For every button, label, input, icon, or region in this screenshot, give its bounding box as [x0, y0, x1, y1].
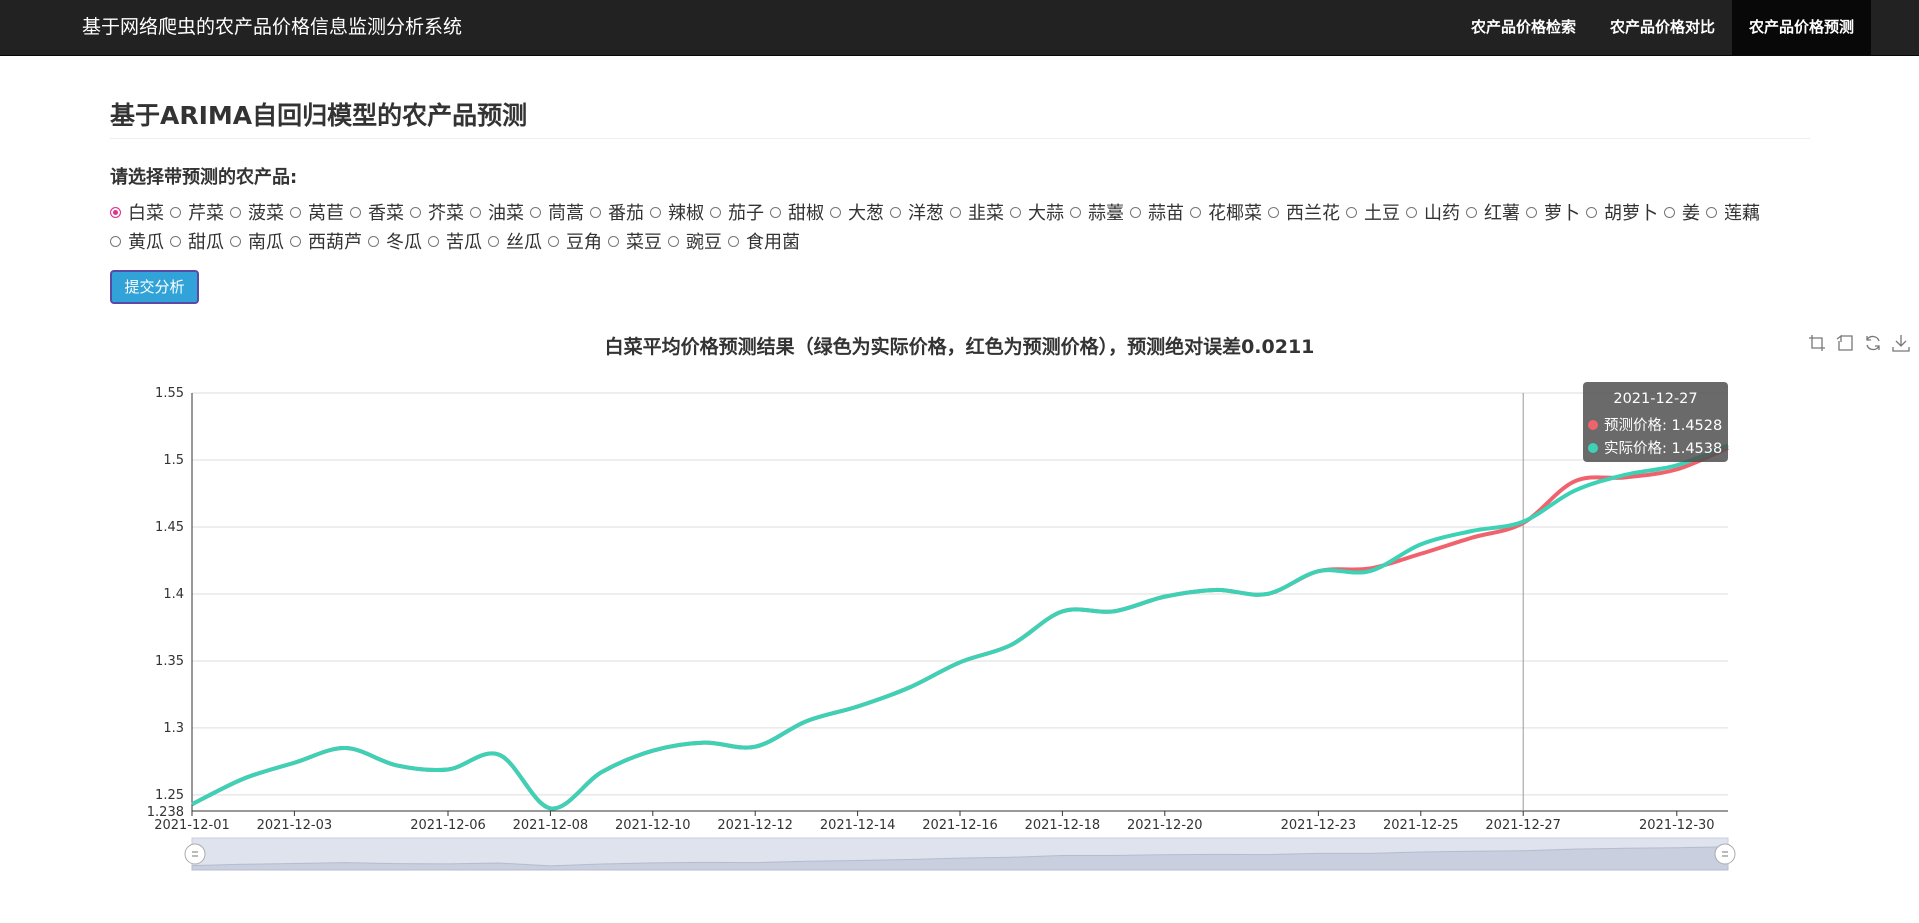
- datazoom-handle-right[interactable]: [1714, 843, 1736, 865]
- x-tick-label: 2021-12-18: [1025, 818, 1101, 833]
- y-tick-label: 1.35: [155, 654, 184, 669]
- y-tick-label: 1.3: [163, 721, 184, 736]
- x-tick-label: 2021-12-23: [1281, 818, 1357, 833]
- tooltip-row-predicted: 预测价格: 1.4528: [1583, 414, 1728, 437]
- tooltip-row-actual: 实际价格: 1.4538: [1583, 437, 1728, 460]
- x-tick-label: 2021-12-01: [154, 818, 230, 833]
- actual-legend-dot: [1588, 443, 1598, 453]
- x-tick-label: 2021-12-20: [1127, 818, 1203, 833]
- x-tick-label: 2021-12-10: [615, 818, 691, 833]
- chart-tooltip: 2021-12-27 预测价格: 1.4528 实际价格: 1.4538: [1583, 382, 1728, 462]
- x-tick-label: 2021-12-03: [257, 818, 333, 833]
- y-tick-label: 1.25: [155, 788, 184, 803]
- x-tick-label: 2021-12-14: [820, 818, 896, 833]
- x-tick-label: 2021-12-12: [717, 818, 793, 833]
- x-tick-label: 2021-12-25: [1383, 818, 1459, 833]
- y-tick-label: 1.4: [163, 587, 184, 602]
- x-tick-label: 2021-12-30: [1639, 818, 1715, 833]
- tooltip-predicted-value: 预测价格: 1.4528: [1604, 418, 1723, 434]
- x-tick-label: 2021-12-06: [410, 818, 486, 833]
- y-tick-label: 1.5: [163, 453, 184, 468]
- predicted-legend-dot: [1588, 420, 1598, 430]
- tooltip-actual-value: 实际价格: 1.4538: [1604, 441, 1723, 457]
- tooltip-date: 2021-12-27: [1613, 391, 1698, 407]
- predicted-price-line: [191, 446, 1729, 811]
- datazoom-handle-left[interactable]: [184, 843, 206, 865]
- x-tick-label: 2021-12-08: [513, 818, 589, 833]
- x-tick-label: 2021-12-16: [922, 818, 998, 833]
- y-tick-label: 1.55: [155, 386, 184, 401]
- x-tick-label: 2021-12-27: [1485, 818, 1561, 833]
- actual-price-line: [191, 443, 1729, 811]
- y-tick-label: 1.45: [155, 520, 184, 535]
